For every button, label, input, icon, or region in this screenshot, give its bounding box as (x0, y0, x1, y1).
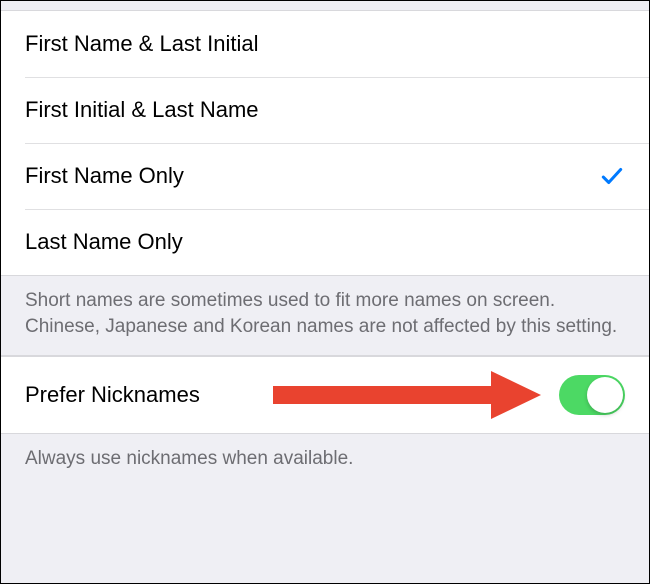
option-label: First Name & Last Initial (25, 31, 259, 57)
checkmark-icon (599, 163, 625, 189)
option-label: First Initial & Last Name (25, 97, 259, 123)
options-footer: Short names are sometimes used to fit mo… (1, 275, 649, 356)
prefer-nicknames-toggle[interactable] (559, 375, 625, 415)
option-label: First Name Only (25, 163, 184, 189)
option-first-initial-last-name[interactable]: First Initial & Last Name (1, 77, 649, 143)
prefer-nicknames-row[interactable]: Prefer Nicknames (1, 357, 649, 433)
annotation-arrow-icon (273, 371, 543, 419)
nicknames-footer: Always use nicknames when available. (1, 434, 649, 488)
prefer-nicknames-label: Prefer Nicknames (25, 382, 200, 408)
short-name-options-group: First Name & Last Initial First Initial … (1, 11, 649, 275)
option-label: Last Name Only (25, 229, 183, 255)
option-last-name-only[interactable]: Last Name Only (1, 209, 649, 275)
prefer-nicknames-section: Prefer Nicknames (1, 356, 649, 434)
option-first-name-last-initial[interactable]: First Name & Last Initial (1, 11, 649, 77)
option-first-name-only[interactable]: First Name Only (1, 143, 649, 209)
toggle-knob (587, 377, 623, 413)
section-separator (1, 1, 649, 11)
